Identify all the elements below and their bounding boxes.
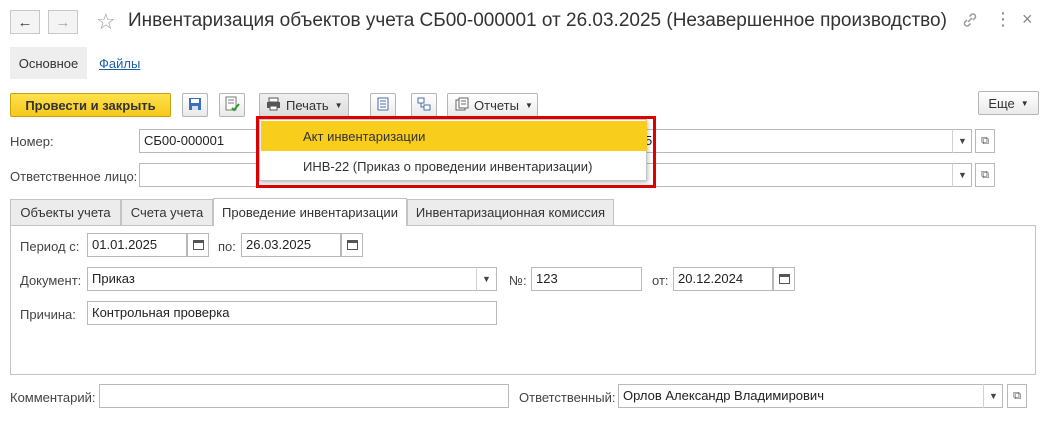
close-icon[interactable]: ×	[1022, 9, 1033, 30]
tab-accounting-objects[interactable]: Объекты учета	[10, 199, 121, 225]
star-icon[interactable]: ☆	[96, 9, 116, 35]
responsible-person-label: Ответственное лицо:	[10, 169, 138, 184]
arrow-left-icon: ←	[17, 13, 33, 31]
print-menu-item-inv22[interactable]: ИНВ-22 (Приказ о проведении инвентаризац…	[261, 151, 647, 181]
period-to-label: по:	[218, 239, 236, 254]
open-window-icon: ⧉	[981, 168, 989, 181]
chevron-down-icon: ▼	[989, 391, 998, 401]
hierarchy-icon	[417, 97, 431, 114]
printer-icon	[266, 97, 281, 114]
organization-open-button[interactable]: ⧉	[975, 129, 995, 153]
chevron-down-icon: ▼	[482, 274, 491, 284]
chevron-down-icon: ▼	[334, 100, 343, 110]
period-from-label: Период с:	[20, 239, 80, 254]
related-documents-button[interactable]	[411, 93, 437, 117]
document-structure-button[interactable]	[370, 93, 396, 117]
section-main[interactable]: Основное	[10, 47, 87, 79]
calendar-icon	[346, 239, 358, 252]
comment-label: Комментарий:	[10, 390, 96, 405]
reports-button-label: Отчеты	[474, 97, 519, 113]
responsible-open-button[interactable]: ⧉	[1007, 384, 1027, 408]
responsible-dropdown[interactable]: ▼	[983, 384, 1003, 408]
save-button[interactable]	[182, 93, 208, 117]
period-to-field[interactable]: 26.03.2025	[241, 233, 341, 257]
calendar-icon	[192, 239, 204, 252]
document-label: Документ:	[20, 273, 82, 288]
reason-label: Причина:	[20, 307, 76, 322]
period-from-field[interactable]: 01.01.2025	[87, 233, 187, 257]
page-title: Инвентаризация объектов учета СБ00-00000…	[128, 10, 947, 31]
save-icon	[188, 97, 202, 114]
more-actions-label: Еще	[988, 95, 1015, 111]
chevron-down-icon: ▼	[958, 170, 967, 180]
reports-icon	[455, 97, 469, 114]
open-window-icon: ⧉	[981, 134, 989, 147]
link-icon[interactable]	[962, 12, 978, 33]
post-button[interactable]	[219, 93, 245, 117]
doc-date-calendar[interactable]	[773, 267, 795, 291]
responsible-label: Ответственный:	[519, 390, 616, 405]
number-field[interactable]: СБ00-000001	[139, 129, 259, 153]
organization-field[interactable]: 5	[640, 129, 972, 153]
print-button-label: Печать	[286, 97, 329, 113]
list-icon	[376, 97, 390, 114]
forward-button[interactable]: →	[48, 10, 78, 34]
chevron-down-icon: ▼	[1020, 98, 1029, 108]
section-files-link[interactable]: Файлы	[99, 56, 140, 71]
document-dropdown[interactable]: ▼	[476, 267, 496, 291]
reports-button[interactable]: Отчеты ▼	[447, 93, 538, 117]
period-from-calendar[interactable]	[187, 233, 209, 257]
post-and-close-button[interactable]: Провести и закрыть	[10, 93, 171, 117]
doc-date-field[interactable]: 20.12.2024	[673, 267, 773, 291]
print-menu: Акт инвентаризации ИНВ-22 (Приказ о пров…	[259, 119, 647, 181]
chevron-down-icon: ▼	[958, 136, 967, 146]
back-button[interactable]: ←	[10, 10, 40, 34]
responsible-person-dropdown[interactable]: ▼	[952, 163, 972, 187]
more-icon[interactable]: ⋮	[994, 9, 1012, 30]
more-actions-button[interactable]: Еще ▼	[978, 91, 1039, 115]
post-document-icon	[224, 96, 240, 115]
number-label: Номер:	[10, 134, 54, 149]
responsible-person-open-button[interactable]: ⧉	[975, 163, 995, 187]
period-to-calendar[interactable]	[341, 233, 363, 257]
print-menu-item-inventory-act[interactable]: Акт инвентаризации	[261, 121, 647, 151]
comment-field[interactable]	[99, 384, 509, 408]
responsible-field[interactable]: Орлов Александр Владимирович	[618, 384, 1003, 408]
doc-number-label: №:	[509, 273, 527, 288]
tab-accounts[interactable]: Счета учета	[121, 199, 213, 225]
tab-conduct-inventory[interactable]: Проведение инвентаризации	[213, 198, 407, 226]
open-window-icon: ⧉	[1013, 389, 1021, 402]
reason-field[interactable]: Контрольная проверка	[87, 301, 497, 325]
arrow-right-icon: →	[55, 13, 71, 31]
print-button[interactable]: Печать ▼	[259, 93, 349, 117]
chevron-down-icon: ▼	[524, 100, 533, 110]
document-field[interactable]: Приказ	[87, 267, 497, 291]
tab-inventory-commission[interactable]: Инвентаризационная комиссия	[407, 199, 614, 225]
calendar-icon	[778, 273, 790, 286]
doc-number-field[interactable]: 123	[531, 267, 642, 291]
doc-date-label: от:	[652, 273, 669, 288]
organization-dropdown[interactable]: ▼	[952, 129, 972, 153]
